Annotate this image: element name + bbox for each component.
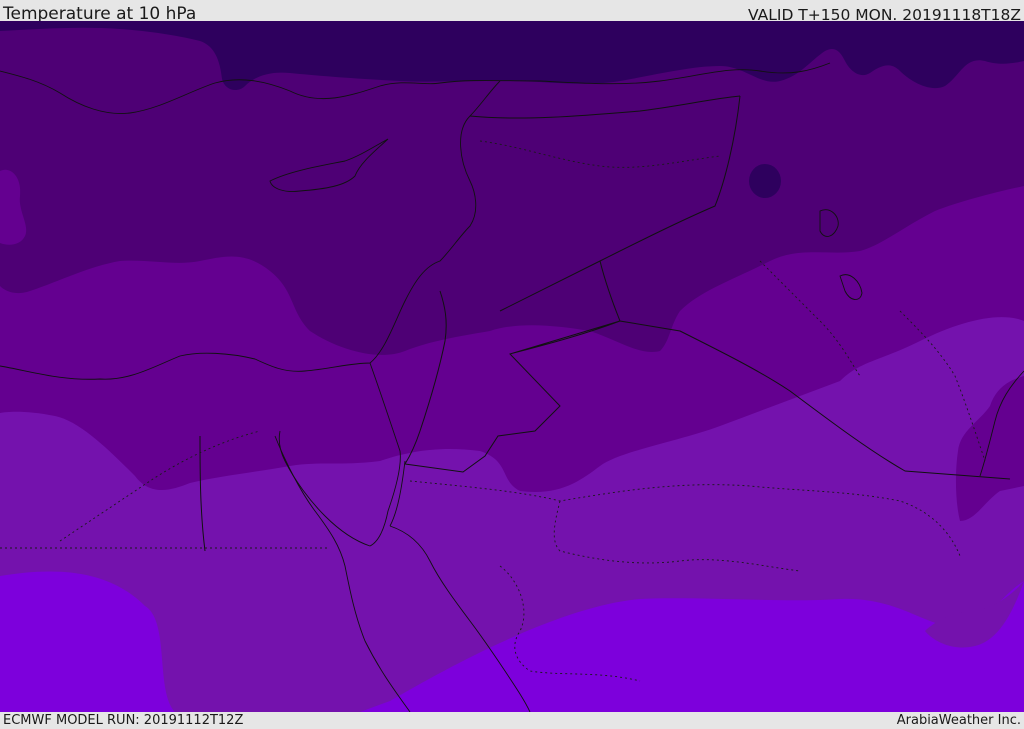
credit-label: ArabiaWeather Inc. bbox=[896, 713, 1021, 728]
cold-blob-east bbox=[749, 164, 781, 198]
model-run-label: ECMWF MODEL RUN: 20191112T12Z bbox=[3, 713, 244, 728]
map-canvas bbox=[0, 21, 1024, 712]
temperature-map[interactable] bbox=[0, 21, 1024, 712]
map-viewer: Temperature at 10 hPa VALID T+150 MON. 2… bbox=[0, 0, 1024, 729]
header-bar: Temperature at 10 hPa VALID T+150 MON. 2… bbox=[0, 0, 1024, 24]
footer-bar: ECMWF MODEL RUN: 20191112T12Z ArabiaWeat… bbox=[0, 712, 1024, 729]
